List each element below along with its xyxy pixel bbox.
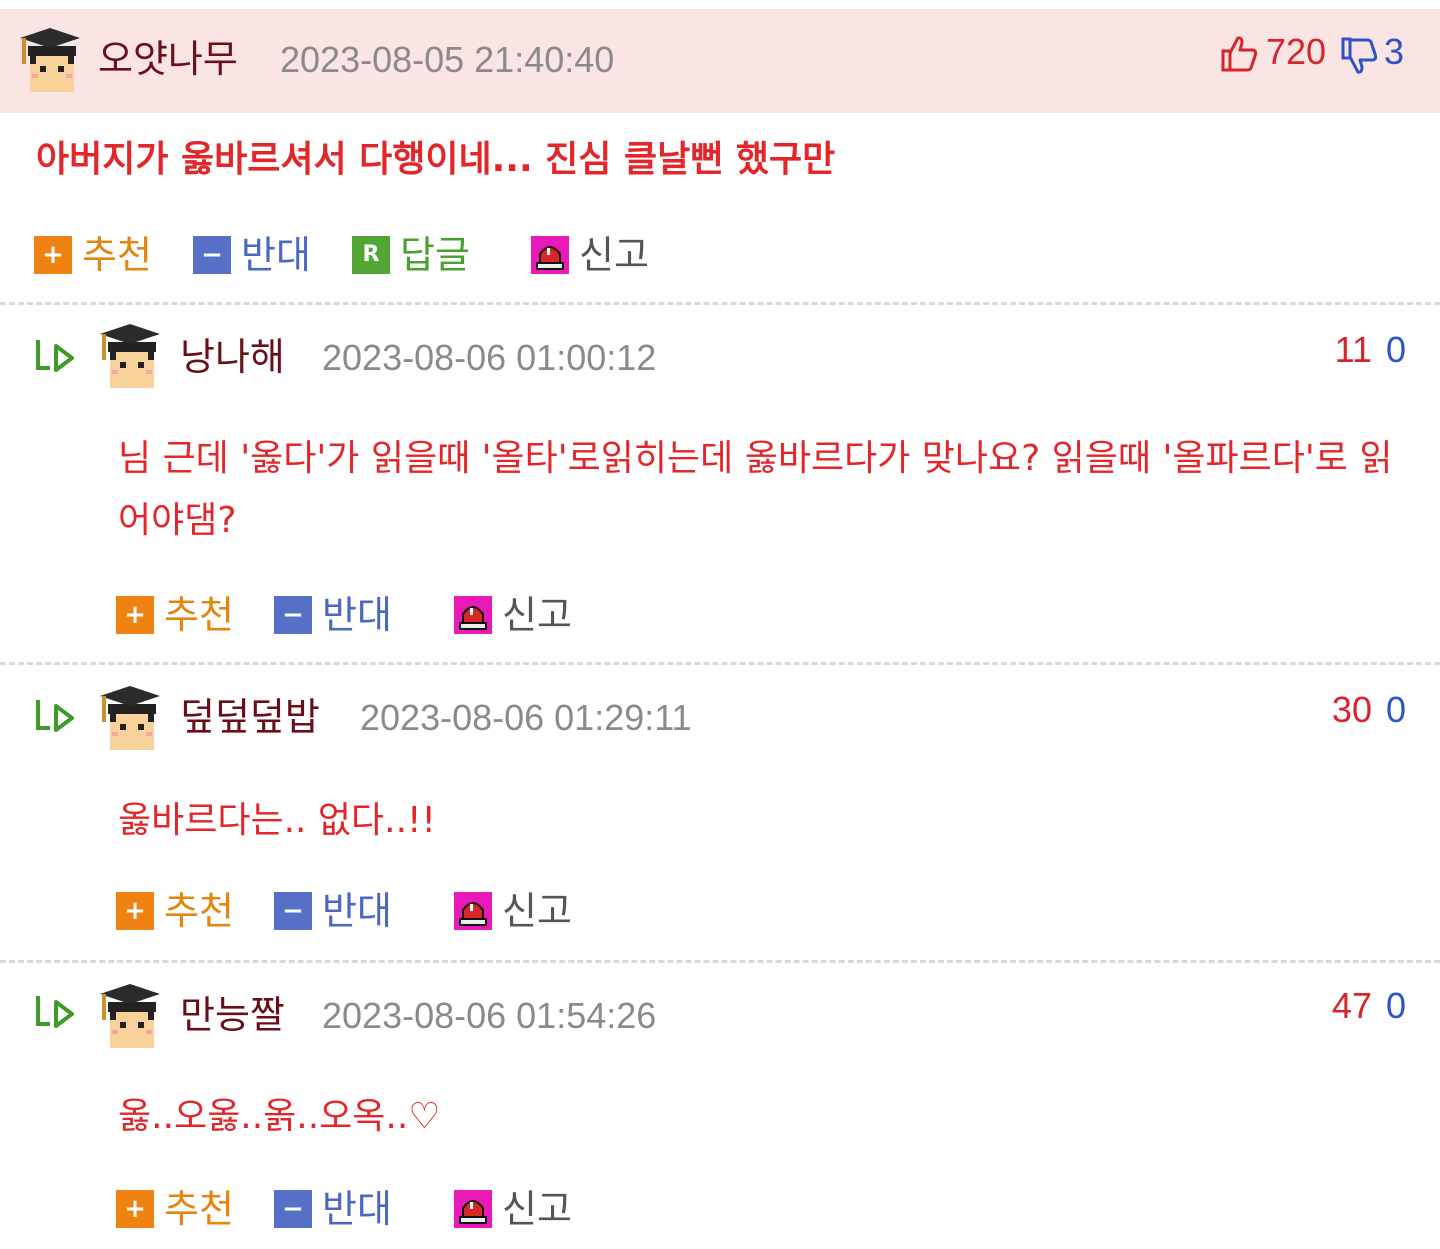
- comment-nickname[interactable]: 오얏나무: [98, 40, 238, 78]
- upvote-count: 720: [1266, 31, 1327, 72]
- reply-nickname[interactable]: 만능짤: [180, 996, 285, 1034]
- siren-icon: [531, 236, 569, 274]
- report-button[interactable]: 신고: [454, 1190, 572, 1228]
- graduate-avatar-icon: [18, 26, 82, 96]
- thumbs-up-icon[interactable]: [1220, 34, 1260, 74]
- comment-text: 아버지가 옳바르셔서 다행이네... 진심 클날뻔 했구만: [36, 139, 836, 180]
- report-label: 신고: [502, 889, 572, 933]
- minus-icon: −: [193, 236, 231, 274]
- recommend-label: 추천: [82, 233, 152, 277]
- minus-icon: −: [274, 892, 312, 930]
- oppose-label: 반대: [322, 889, 392, 933]
- upvote-count: 11: [1334, 329, 1372, 370]
- oppose-label: 반대: [322, 593, 392, 637]
- oppose-label: 반대: [241, 233, 311, 277]
- oppose-label: 반대: [322, 1187, 392, 1231]
- oppose-button[interactable]: − 반대: [193, 236, 311, 274]
- reply-date: 2023-08-06 01:29:11: [360, 697, 692, 738]
- reply-date: 2023-08-06 01:54:26: [322, 995, 657, 1036]
- reply-votes: 30 0: [1332, 692, 1406, 728]
- plus-icon: +: [116, 892, 154, 930]
- reply-nickname[interactable]: 낭나해: [180, 338, 285, 376]
- divider: [0, 960, 1440, 963]
- minus-icon: −: [274, 1190, 312, 1228]
- reply-button[interactable]: R 답글: [352, 236, 470, 274]
- reply-votes: 47 0: [1332, 988, 1406, 1024]
- siren-icon: [454, 892, 492, 930]
- reply-arrow-icon: [32, 336, 78, 376]
- siren-icon: [454, 596, 492, 634]
- comment-date: 2023-08-05 21:40:40: [280, 39, 615, 80]
- divider: [0, 662, 1440, 665]
- recommend-label: 추천: [164, 1187, 234, 1231]
- recommend-button[interactable]: + 추천: [116, 1190, 234, 1228]
- upvote-count: 47: [1331, 985, 1372, 1026]
- oppose-button[interactable]: − 반대: [274, 596, 392, 634]
- report-button[interactable]: 신고: [531, 236, 649, 274]
- graduate-avatar-icon: [98, 684, 162, 754]
- reply-text: 님 근데 '옳다'가 읽을때 '올타'로읽히는데 옳바르다가 맞나요? 읽을때 …: [118, 438, 1393, 541]
- oppose-button[interactable]: − 반대: [274, 892, 392, 930]
- recommend-button[interactable]: + 추천: [34, 236, 152, 274]
- thumbs-down-icon[interactable]: [1340, 36, 1380, 76]
- reply-date: 2023-08-06 01:00:12: [322, 337, 657, 378]
- plus-icon: +: [116, 596, 154, 634]
- recommend-label: 추천: [164, 889, 234, 933]
- reply-text: 옳..오옳..옭..오옥..♡: [118, 1096, 441, 1137]
- downvote-count: 0: [1385, 985, 1406, 1026]
- reply-label: 답글: [400, 233, 470, 277]
- reply-nickname[interactable]: 덮덮덮밥: [180, 698, 320, 736]
- report-button[interactable]: 신고: [454, 596, 572, 634]
- downvote-count: 3: [1384, 31, 1405, 72]
- reply-arrow-icon: [32, 992, 78, 1032]
- recommend-label: 추천: [164, 593, 234, 637]
- report-label: 신고: [579, 233, 649, 277]
- graduate-avatar-icon: [98, 982, 162, 1052]
- upvote-count: 30: [1331, 689, 1372, 730]
- report-button[interactable]: 신고: [454, 892, 572, 930]
- graduate-avatar-icon: [98, 322, 162, 392]
- downvote-count: 0: [1385, 689, 1406, 730]
- siren-icon: [454, 1190, 492, 1228]
- report-label: 신고: [502, 1187, 572, 1231]
- reply-arrow-icon: [32, 696, 78, 736]
- recommend-button[interactable]: + 추천: [116, 596, 234, 634]
- divider: [0, 302, 1440, 305]
- minus-icon: −: [274, 596, 312, 634]
- reply-text: 옳바르다는.. 없다..!!: [118, 800, 436, 841]
- report-label: 신고: [502, 593, 572, 637]
- reply-icon: R: [352, 236, 390, 274]
- reply-votes: 11 0: [1335, 332, 1406, 368]
- downvote-count: 0: [1385, 329, 1406, 370]
- oppose-button[interactable]: − 반대: [274, 1190, 392, 1228]
- recommend-button[interactable]: + 추천: [116, 892, 234, 930]
- plus-icon: +: [34, 236, 72, 274]
- plus-icon: +: [116, 1190, 154, 1228]
